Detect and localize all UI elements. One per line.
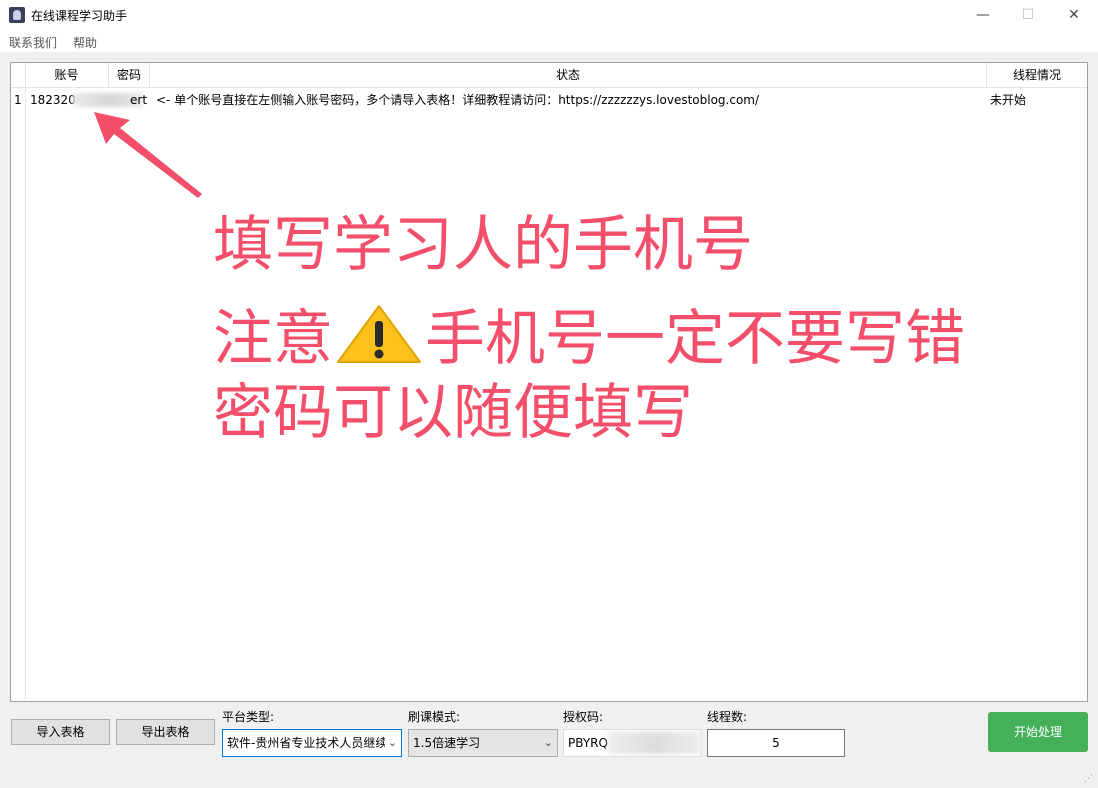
resize-grip-icon[interactable]: ⋰ [1084,774,1094,784]
annotation-arrow-icon [94,112,202,198]
auth-code-label: 授权码: [563,710,604,724]
annotation-line-2-end: 手机号一定不要写错 [425,304,965,374]
threads-label: 线程数: [707,710,748,724]
status-cell: <- 单个账号直接在左侧输入账号密码，多个请导入表格！详细教程请访问：https… [156,93,760,107]
annotation-line-2: 注意 手机号一定不要写错 [213,303,965,369]
close-button[interactable]: ✕ [1051,0,1097,30]
window-title: 在线课程学习助手 [31,9,128,23]
mode-select[interactable]: 1.5倍速学习 ⌄ [408,729,558,757]
account-cell[interactable]: 182320 [30,89,76,111]
mode-select-value: 1.5倍速学习 [413,736,481,750]
start-processing-button[interactable]: 开始处理 [988,712,1088,752]
export-table-button[interactable]: 导出表格 [116,719,215,745]
redacted-blur [608,732,700,754]
menu-help[interactable]: 帮助 [73,34,97,51]
minimize-button[interactable]: — [960,0,1006,30]
threads-input[interactable]: 5 [707,729,845,757]
maximize-button[interactable]: ☐ [1005,0,1051,30]
platform-label: 平台类型: [222,710,275,724]
chevron-down-icon: ⌄ [384,730,397,756]
import-table-button[interactable]: 导入表格 [11,719,110,745]
menu-bar: 联系我们 帮助 [0,30,1098,52]
app-icon [9,7,25,23]
annotation-line-1: 填写学习人的手机号 [213,210,753,280]
chevron-down-icon: ⌄ [540,730,553,756]
column-header-thread[interactable]: 线程情况 [987,63,1087,87]
column-header-account[interactable]: 账号 [25,63,109,87]
annotation-line-3: 密码可以随便填写 [213,378,693,448]
thread-cell: 未开始 [990,93,1027,107]
warning-icon [337,305,421,363]
row-header-column [11,63,26,699]
auth-code-value: PBYRQ [568,736,608,750]
auth-code-input[interactable]: PBYRQ [563,729,701,757]
platform-select[interactable]: 软件-贵州省专业技术人员继续 ⌄ [222,729,402,757]
annotation-line-2-start: 注意 [213,304,333,374]
column-header-status[interactable]: 状态 [150,63,987,87]
platform-select-value: 软件-贵州省专业技术人员继续 [227,736,387,750]
mode-label: 刷课模式: [408,710,461,724]
row-index: 1 [14,93,22,107]
column-header-password[interactable]: 密码 [109,63,150,87]
menu-contact-us[interactable]: 联系我们 [9,34,57,51]
table-header: 账号 密码 状态 线程情况 [11,63,1087,88]
title-bar: 在线课程学习助手 — ☐ ✕ [0,0,1098,30]
